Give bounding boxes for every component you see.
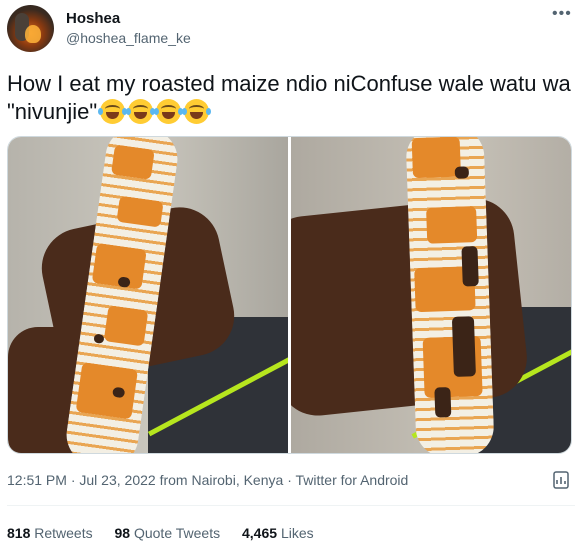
tears-of-joy-icon xyxy=(126,99,156,124)
avatar[interactable] xyxy=(7,5,54,52)
tears-of-joy-icon xyxy=(182,99,212,124)
meta-separator: · xyxy=(70,472,76,488)
maize-cob xyxy=(405,137,495,453)
retweets-stat[interactable]: 818 Retweets xyxy=(7,525,93,541)
retweets-label: Retweets xyxy=(34,525,93,541)
likes-label: Likes xyxy=(280,525,314,541)
tweet-location[interactable]: from Nairobi, Kenya xyxy=(160,472,284,488)
more-options-icon[interactable]: ••• xyxy=(552,5,572,23)
tears-of-joy-icon xyxy=(154,99,184,124)
author-name[interactable]: Hoshea xyxy=(66,10,120,27)
tweet-body: How I eat my roasted maize ndio niConfus… xyxy=(7,71,571,124)
meta-separator: · xyxy=(287,472,292,488)
tweet-time[interactable]: 12:51 PM xyxy=(7,472,67,488)
tweet-client[interactable]: Twitter for Android xyxy=(296,472,409,488)
tweet-meta: 12:51 PM · Jul 23, 2022 from Nairobi, Ke… xyxy=(7,472,408,488)
tears-of-joy-icon xyxy=(98,99,128,124)
author-handle[interactable]: @hoshea_flame_ke xyxy=(66,30,191,46)
likes-stat[interactable]: 4,465 Likes xyxy=(242,525,314,541)
photo-left[interactable] xyxy=(8,137,288,453)
likes-count: 4,465 xyxy=(242,525,278,541)
retweets-count: 818 xyxy=(7,525,31,541)
analytics-icon[interactable] xyxy=(553,470,571,490)
tweet-date[interactable]: Jul 23, 2022 xyxy=(79,472,155,488)
engagement-stats: 818 Retweets 98 Quote Tweets 4,465 Likes xyxy=(7,525,332,541)
avatar-flame xyxy=(25,25,41,43)
media-grid xyxy=(7,136,572,454)
tweet-text: How I eat my roasted maize ndio niConfus… xyxy=(7,70,577,126)
quote-tweets-stat[interactable]: 98 Quote Tweets xyxy=(115,525,221,541)
quotes-label: Quote Tweets xyxy=(133,525,221,541)
photo-right[interactable] xyxy=(291,137,571,453)
divider xyxy=(7,505,575,506)
quotes-count: 98 xyxy=(114,525,131,541)
